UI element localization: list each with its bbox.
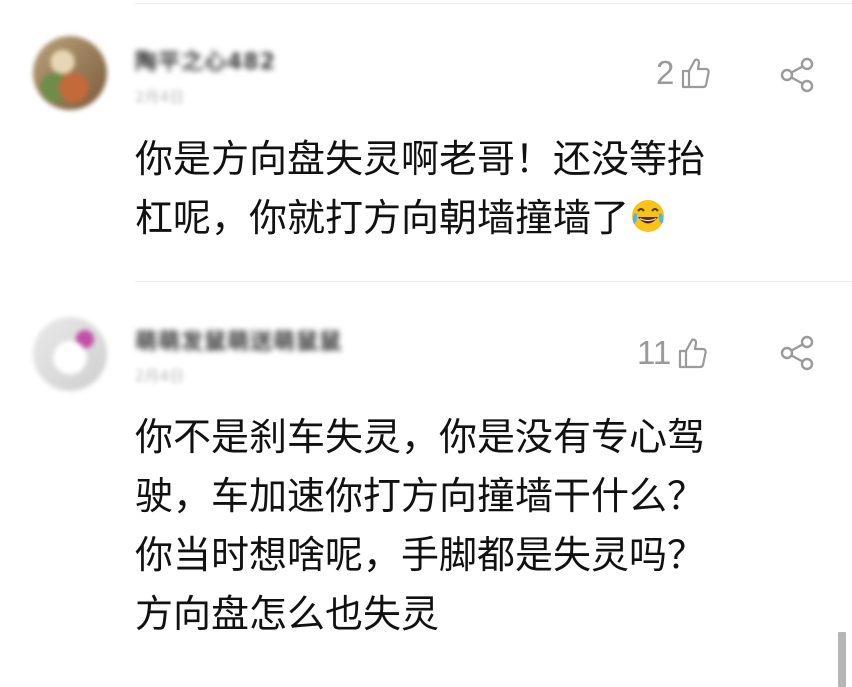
laughing-tears-icon — [629, 193, 667, 232]
like-button[interactable]: 11 — [637, 334, 707, 372]
comment-item: 萌萌发鼠萌送萌鼠鼠 2月4日 11 你不是刹车失灵，你是没有专心驾 驶，车加速你… — [0, 282, 852, 687]
comment-text-line: 你是方向盘失灵啊老哥！还没等抬 — [135, 137, 706, 181]
avatar[interactable] — [33, 36, 107, 110]
thumbs-up-icon[interactable] — [677, 337, 707, 369]
comment-text-line: 杠呢，你就打方向朝墙撞墙了 — [135, 189, 795, 248]
comment-text-line: 你不是刹车失灵，你是没有专心驾 — [135, 415, 706, 459]
like-button[interactable]: 2 — [656, 54, 711, 92]
comment-username[interactable]: 陶平之心482 — [135, 44, 276, 75]
comment-meta: 2月4日 — [135, 88, 185, 106]
like-count: 11 — [637, 334, 672, 371]
comment-text-line: 你当时想啥呢，手脚都是失灵吗？ — [135, 533, 706, 577]
avatar[interactable] — [33, 317, 107, 391]
comment-item: 陶平之心482 2月4日 2 你是方向盘失灵啊老哥！还没等抬 杠呢，你就打方向朝… — [0, 0, 852, 280]
comment-username[interactable]: 萌萌发鼠萌送萌鼠鼠 — [135, 324, 342, 355]
comment-text-line: 驶，车加速你打方向撞墙干什么？ — [135, 474, 706, 518]
like-count: 2 — [656, 54, 675, 91]
comment-text: 你是方向盘失灵啊老哥！还没等抬 杠呢，你就打方向朝墙撞墙了 — [135, 130, 795, 248]
comment-text: 你不是刹车失灵，你是没有专心驾 驶，车加速你打方向撞墙干什么？ 你当时想啥呢，手… — [135, 408, 795, 644]
share-icon[interactable] — [779, 334, 817, 372]
comment-text-line: 方向盘怎么也失灵 — [135, 592, 440, 636]
scrollbar[interactable] — [838, 632, 846, 687]
comment-meta: 2月4日 — [135, 367, 185, 385]
comment-text-line-content: 杠呢，你就打方向朝墙撞墙了 — [135, 196, 630, 240]
share-icon[interactable] — [779, 56, 817, 94]
thumbs-up-icon[interactable] — [680, 57, 711, 89]
